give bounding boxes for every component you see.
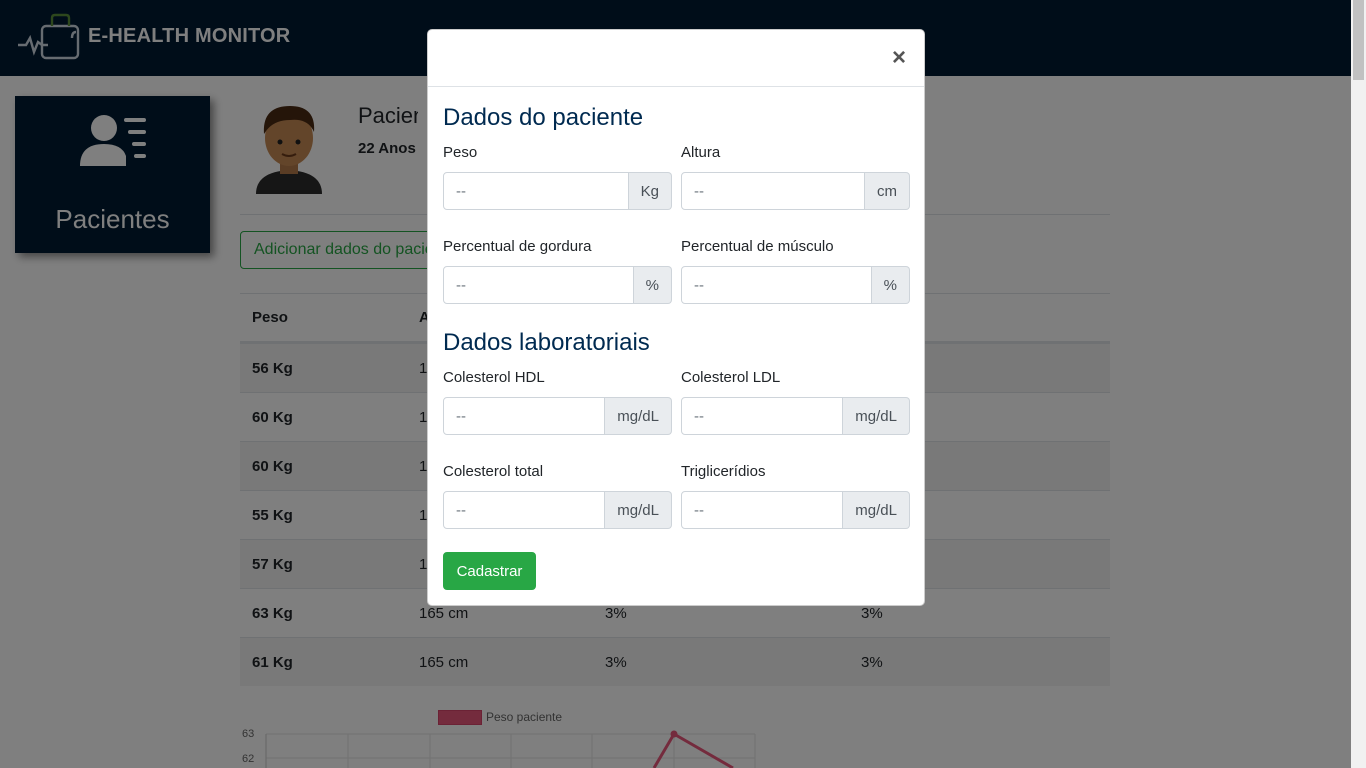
- scrollbar-thumb[interactable]: [1353, 0, 1364, 80]
- altura-input[interactable]: [681, 172, 865, 210]
- hdl-input[interactable]: [443, 397, 606, 435]
- field-label-trig: Triglicerídios: [681, 463, 766, 480]
- gordura-input-group: %: [443, 266, 672, 304]
- musculo-unit: %: [871, 266, 910, 304]
- cadastrar-button[interactable]: Cadastrar: [443, 552, 536, 590]
- field-label-ldl: Colesterol LDL: [681, 369, 781, 386]
- trig-unit: mg/dL: [843, 491, 910, 529]
- altura-input-group: cm: [681, 172, 910, 210]
- hdl-unit: mg/dL: [605, 397, 672, 435]
- field-label-hdl: Colesterol HDL: [443, 369, 545, 386]
- total-unit: mg/dL: [605, 491, 672, 529]
- field-label-musculo: Percentual de músculo: [681, 238, 834, 255]
- musculo-input-group: %: [681, 266, 910, 304]
- page-scrollbar[interactable]: [1351, 0, 1366, 768]
- trig-input-group: mg/dL: [681, 491, 910, 529]
- hdl-input-group: mg/dL: [443, 397, 672, 435]
- peso-unit: Kg: [628, 172, 672, 210]
- peso-input[interactable]: [443, 172, 629, 210]
- close-icon[interactable]: ×: [890, 46, 908, 70]
- musculo-input[interactable]: [681, 266, 872, 304]
- ldl-input[interactable]: [681, 397, 844, 435]
- peso-input-group: Kg: [443, 172, 672, 210]
- field-label-peso: Peso: [443, 144, 478, 161]
- field-label-altura: Altura: [681, 144, 721, 161]
- section-title-lab: Dados laboratoriais: [443, 329, 650, 356]
- ldl-input-group: mg/dL: [681, 397, 910, 435]
- section-title-patient: Dados do paciente: [443, 104, 644, 131]
- add-data-modal: × Dados do paciente Peso Kg Altura cm Pe…: [427, 29, 925, 606]
- field-label-gordura: Percentual de gordura: [443, 238, 592, 255]
- trig-input[interactable]: [681, 491, 844, 529]
- gordura-input[interactable]: [443, 266, 634, 304]
- modal-header: ×: [428, 30, 924, 87]
- ldl-unit: mg/dL: [843, 397, 910, 435]
- total-input-group: mg/dL: [443, 491, 672, 529]
- altura-unit: cm: [865, 172, 910, 210]
- total-input[interactable]: [443, 491, 606, 529]
- gordura-unit: %: [633, 266, 672, 304]
- field-label-total: Colesterol total: [443, 463, 544, 480]
